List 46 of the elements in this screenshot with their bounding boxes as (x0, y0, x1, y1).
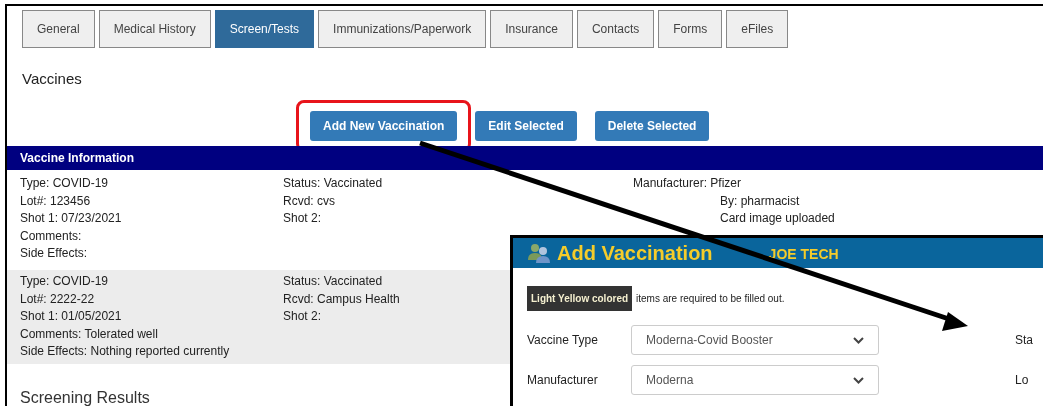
tab[interactable]: General (22, 10, 95, 48)
users-icon (527, 242, 551, 264)
section-title: Screening Results (20, 388, 150, 406)
field-text: Comments: (20, 227, 82, 245)
field-text: Type: COVID-19 (20, 175, 109, 192)
field-text: By: pharmacist (720, 192, 800, 210)
select-field[interactable]: Moderna-Covid Booster (631, 325, 879, 355)
field-text: Side Effects: (20, 245, 88, 262)
select-field[interactable]: Moderna (631, 365, 879, 395)
field-text: Card image uploaded (720, 210, 835, 227)
field-label: Manufacturer (527, 372, 599, 389)
button[interactable]: Add New Vaccination (310, 110, 458, 141)
field-label: Lo (1015, 372, 1029, 389)
field-text: Type: COVID-19 (20, 273, 109, 290)
tab[interactable]: Contacts (576, 10, 655, 48)
field-text: Status: Vaccinated (283, 175, 383, 192)
legend-text: items are required to be filled out. (636, 292, 785, 306)
button[interactable]: Delete Selected (594, 110, 710, 141)
tab[interactable]: Forms (658, 10, 723, 48)
chevron-down-icon (853, 376, 864, 384)
field-text: Status: Vaccinated (283, 273, 383, 290)
field-text: Manufacturer: Pfizer (633, 175, 742, 192)
field-text: Lot#: 123456 (20, 192, 91, 210)
button[interactable]: Edit Selected (475, 110, 577, 141)
field-text: Rcvd: cvs (283, 192, 335, 210)
field-text: Lot#: 2222-22 (20, 290, 95, 308)
section-title: Vaccines (22, 69, 82, 89)
legend-badge: Light Yellow colored (527, 286, 633, 311)
field-text: Shot 2: (283, 308, 322, 325)
field-text: Comments: Tolerated well (20, 325, 158, 343)
field-text: Shot 1: 07/23/2021 (20, 210, 122, 227)
field-label: Vaccine Type (527, 332, 599, 349)
table-header: Vaccine Information (7, 146, 1043, 170)
tab[interactable]: Immunizations/Paperwork (318, 10, 487, 48)
field-text: Rcvd: Campus Health (283, 290, 400, 308)
tab[interactable]: Insurance (490, 10, 573, 48)
tab[interactable]: Screen/Tests (214, 10, 315, 48)
tab[interactable]: eFiles (726, 10, 789, 48)
popup-title: Add Vaccination (557, 241, 713, 266)
popup-subtitle: JOE TECH (768, 245, 839, 264)
chevron-down-icon (853, 336, 864, 344)
field-text: Shot 1: 01/05/2021 (20, 308, 122, 325)
tab[interactable]: Medical History (98, 10, 211, 48)
field-text: Side Effects: Nothing reported currently (20, 343, 230, 360)
field-text: Shot 2: (283, 210, 322, 227)
field-label: Sta (1015, 332, 1033, 349)
